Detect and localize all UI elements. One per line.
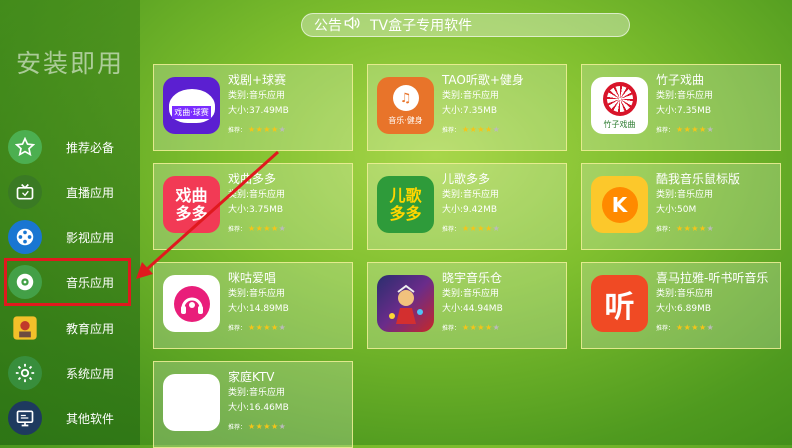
opera-ball-icon: 戏曲·球赛 — [163, 77, 220, 134]
app-category: 类别:音乐应用 — [228, 190, 286, 200]
app-card-xiaoyu-music[interactable]: 晓宇音乐仓 类别:音乐应用 大小:44.94MB 推荐： ★★★★★ — [367, 262, 567, 349]
app-name: 儿歌多多 — [442, 172, 491, 186]
app-size: 大小:7.35MB — [442, 106, 498, 116]
sidebar-item-recommended[interactable]: 推荐必备 — [4, 125, 134, 169]
app-category: 类别:音乐应用 — [656, 91, 714, 101]
rating-stars-icon: ★★★★★ — [461, 224, 501, 233]
app-rating: 推荐： ★★★★★ — [656, 224, 715, 233]
speaker-icon — [344, 16, 360, 34]
app-card-opera-duoduo[interactable]: 戏曲多多 戏曲多多 类别:音乐应用 大小:3.75MB 推荐： ★★★★★ — [153, 163, 353, 250]
app-rating: 推荐： ★★★★★ — [228, 323, 287, 332]
app-category: 类别:音乐应用 — [442, 289, 500, 299]
film-reel-icon — [8, 220, 42, 254]
app-name: 戏曲多多 — [228, 172, 277, 186]
app-card-migu-sing[interactable]: 咪咕爱唱 类别:音乐应用 大小:14.89MB 推荐： ★★★★★ — [153, 262, 353, 349]
bamboo-opera-icon: 竹子戏曲 — [591, 77, 648, 134]
app-card-opera-ball[interactable]: 戏曲·球赛 戏剧+球赛 类别:音乐应用 大小:37.49MB 推荐： ★★★★★ — [153, 64, 353, 151]
rating-stars-icon: ★★★★★ — [247, 224, 287, 233]
app-name: 戏剧+球赛 — [228, 73, 287, 87]
sidebar-item-video[interactable]: 影视应用 — [4, 215, 134, 259]
rating-stars-icon: ★★★★★ — [247, 422, 287, 431]
announcement-text: TV盒子专用软件 — [370, 18, 473, 34]
app-size: 大小:50M — [656, 205, 697, 215]
sidebar-item-system[interactable]: 系统应用 — [4, 351, 134, 395]
selection-highlight-box — [4, 258, 131, 306]
app-size: 大小:7.35MB — [656, 106, 712, 116]
app-category: 类别:音乐应用 — [656, 289, 714, 299]
sidebar-item-label: 其他软件 — [66, 411, 115, 426]
kuwo-music-icon: K — [591, 176, 648, 233]
education-icon — [8, 311, 42, 345]
sidebar-item-live[interactable]: 直播应用 — [4, 170, 134, 214]
sidebar-item-label: 系统应用 — [66, 366, 115, 381]
ximalaya-icon: 听 — [591, 275, 648, 332]
app-category: 类别:音乐应用 — [228, 289, 286, 299]
app-card-bamboo-opera[interactable]: 竹子戏曲 竹子戏曲 类别:音乐应用 大小:7.35MB 推荐： ★★★★★ — [581, 64, 781, 151]
monitor-icon — [8, 401, 42, 435]
opera-duoduo-icon: 戏曲多多 — [163, 176, 220, 233]
app-name: 晓宇音乐仓 — [442, 271, 503, 285]
app-card-ximalaya[interactable]: 听 喜马拉雅-听书听音乐 类别:音乐应用 大小:6.89MB 推荐： ★★★★★ — [581, 262, 781, 349]
rating-stars-icon: ★★★★★ — [247, 125, 287, 134]
app-card-kuwo-music[interactable]: K 酷我音乐鼠标版 类别:音乐应用 大小:50M 推荐： ★★★★★ — [581, 163, 781, 250]
app-card-family-ktv[interactable]: 家庭KTV 类别:音乐应用 大小:16.46MB 推荐： ★★★★★ — [153, 361, 353, 448]
sidebar-item-label: 推荐必备 — [66, 140, 115, 155]
gear-icon — [8, 356, 42, 390]
sidebar-item-education[interactable]: 教育应用 — [4, 306, 134, 350]
app-rating: 推荐： ★★★★★ — [656, 125, 715, 134]
sidebar-item-label: 影视应用 — [66, 230, 115, 245]
app-rating: 推荐： ★★★★★ — [228, 422, 287, 431]
app-name: TAO听歌+健身 — [442, 73, 524, 87]
app-name: 喜马拉雅-听书听音乐 — [656, 271, 769, 285]
app-name: 咪咕爱唱 — [228, 271, 277, 285]
sidebar-item-other[interactable]: 其他软件 — [4, 396, 134, 440]
app-name: 家庭KTV — [228, 370, 275, 384]
app-category: 类别:音乐应用 — [656, 190, 714, 200]
app-size: 大小:3.75MB — [228, 205, 284, 215]
app-name: 竹子戏曲 — [656, 73, 705, 87]
sidebar-item-label: 教育应用 — [66, 321, 115, 336]
app-card-tao-music[interactable]: ♫ 音乐·健身 TAO听歌+健身 类别:音乐应用 大小:7.35MB 推荐： ★… — [367, 64, 567, 151]
xiaoyu-music-icon — [377, 275, 434, 332]
app-size: 大小:37.49MB — [228, 106, 289, 116]
app-rating: 推荐： ★★★★★ — [656, 323, 715, 332]
star-icon — [8, 130, 42, 164]
app-category: 类别:音乐应用 — [228, 91, 286, 101]
app-category: 类别:音乐应用 — [442, 91, 500, 101]
app-rating: 推荐： ★★★★★ — [442, 323, 501, 332]
app-category: 类别:音乐应用 — [228, 388, 286, 398]
app-size: 大小:14.89MB — [228, 304, 289, 314]
rating-stars-icon: ★★★★★ — [675, 224, 715, 233]
rating-stars-icon: ★★★★★ — [461, 125, 501, 134]
app-rating: 推荐： ★★★★★ — [442, 125, 501, 134]
rating-stars-icon: ★★★★★ — [675, 125, 715, 134]
sidebar-item-label: 直播应用 — [66, 185, 115, 200]
app-rating: 推荐： ★★★★★ — [228, 224, 287, 233]
tv-icon — [8, 175, 42, 209]
app-size: 大小:9.42MB — [442, 205, 498, 215]
app-size: 大小:16.46MB — [228, 403, 289, 413]
sidebar: 安装即用 推荐必备 直播应用 影视应用 音乐应用 教育应用 系统应用 其他软件 — [0, 0, 140, 445]
rating-stars-icon: ★★★★★ — [461, 323, 501, 332]
tao-music-icon: ♫ 音乐·健身 — [377, 77, 434, 134]
rating-stars-icon: ★★★★★ — [675, 323, 715, 332]
app-size: 大小:44.94MB — [442, 304, 503, 314]
app-category: 类别:音乐应用 — [442, 190, 500, 200]
announcement-label: 公告 — [314, 18, 342, 34]
family-ktv-icon — [163, 374, 220, 431]
rating-stars-icon: ★★★★★ — [247, 323, 287, 332]
app-size: 大小:6.89MB — [656, 304, 712, 314]
app-card-kids-songs[interactable]: 儿歌多多 儿歌多多 类别:音乐应用 大小:9.42MB 推荐： ★★★★★ — [367, 163, 567, 250]
migu-sing-icon — [163, 275, 220, 332]
announcement-bar: 公告 TV盒子专用软件 — [301, 13, 630, 37]
sidebar-title: 安装即用 — [15, 49, 124, 78]
app-rating: 推荐： ★★★★★ — [442, 224, 501, 233]
kids-songs-icon: 儿歌多多 — [377, 176, 434, 233]
app-rating: 推荐： ★★★★★ — [228, 125, 287, 134]
app-name: 酷我音乐鼠标版 — [656, 172, 741, 186]
